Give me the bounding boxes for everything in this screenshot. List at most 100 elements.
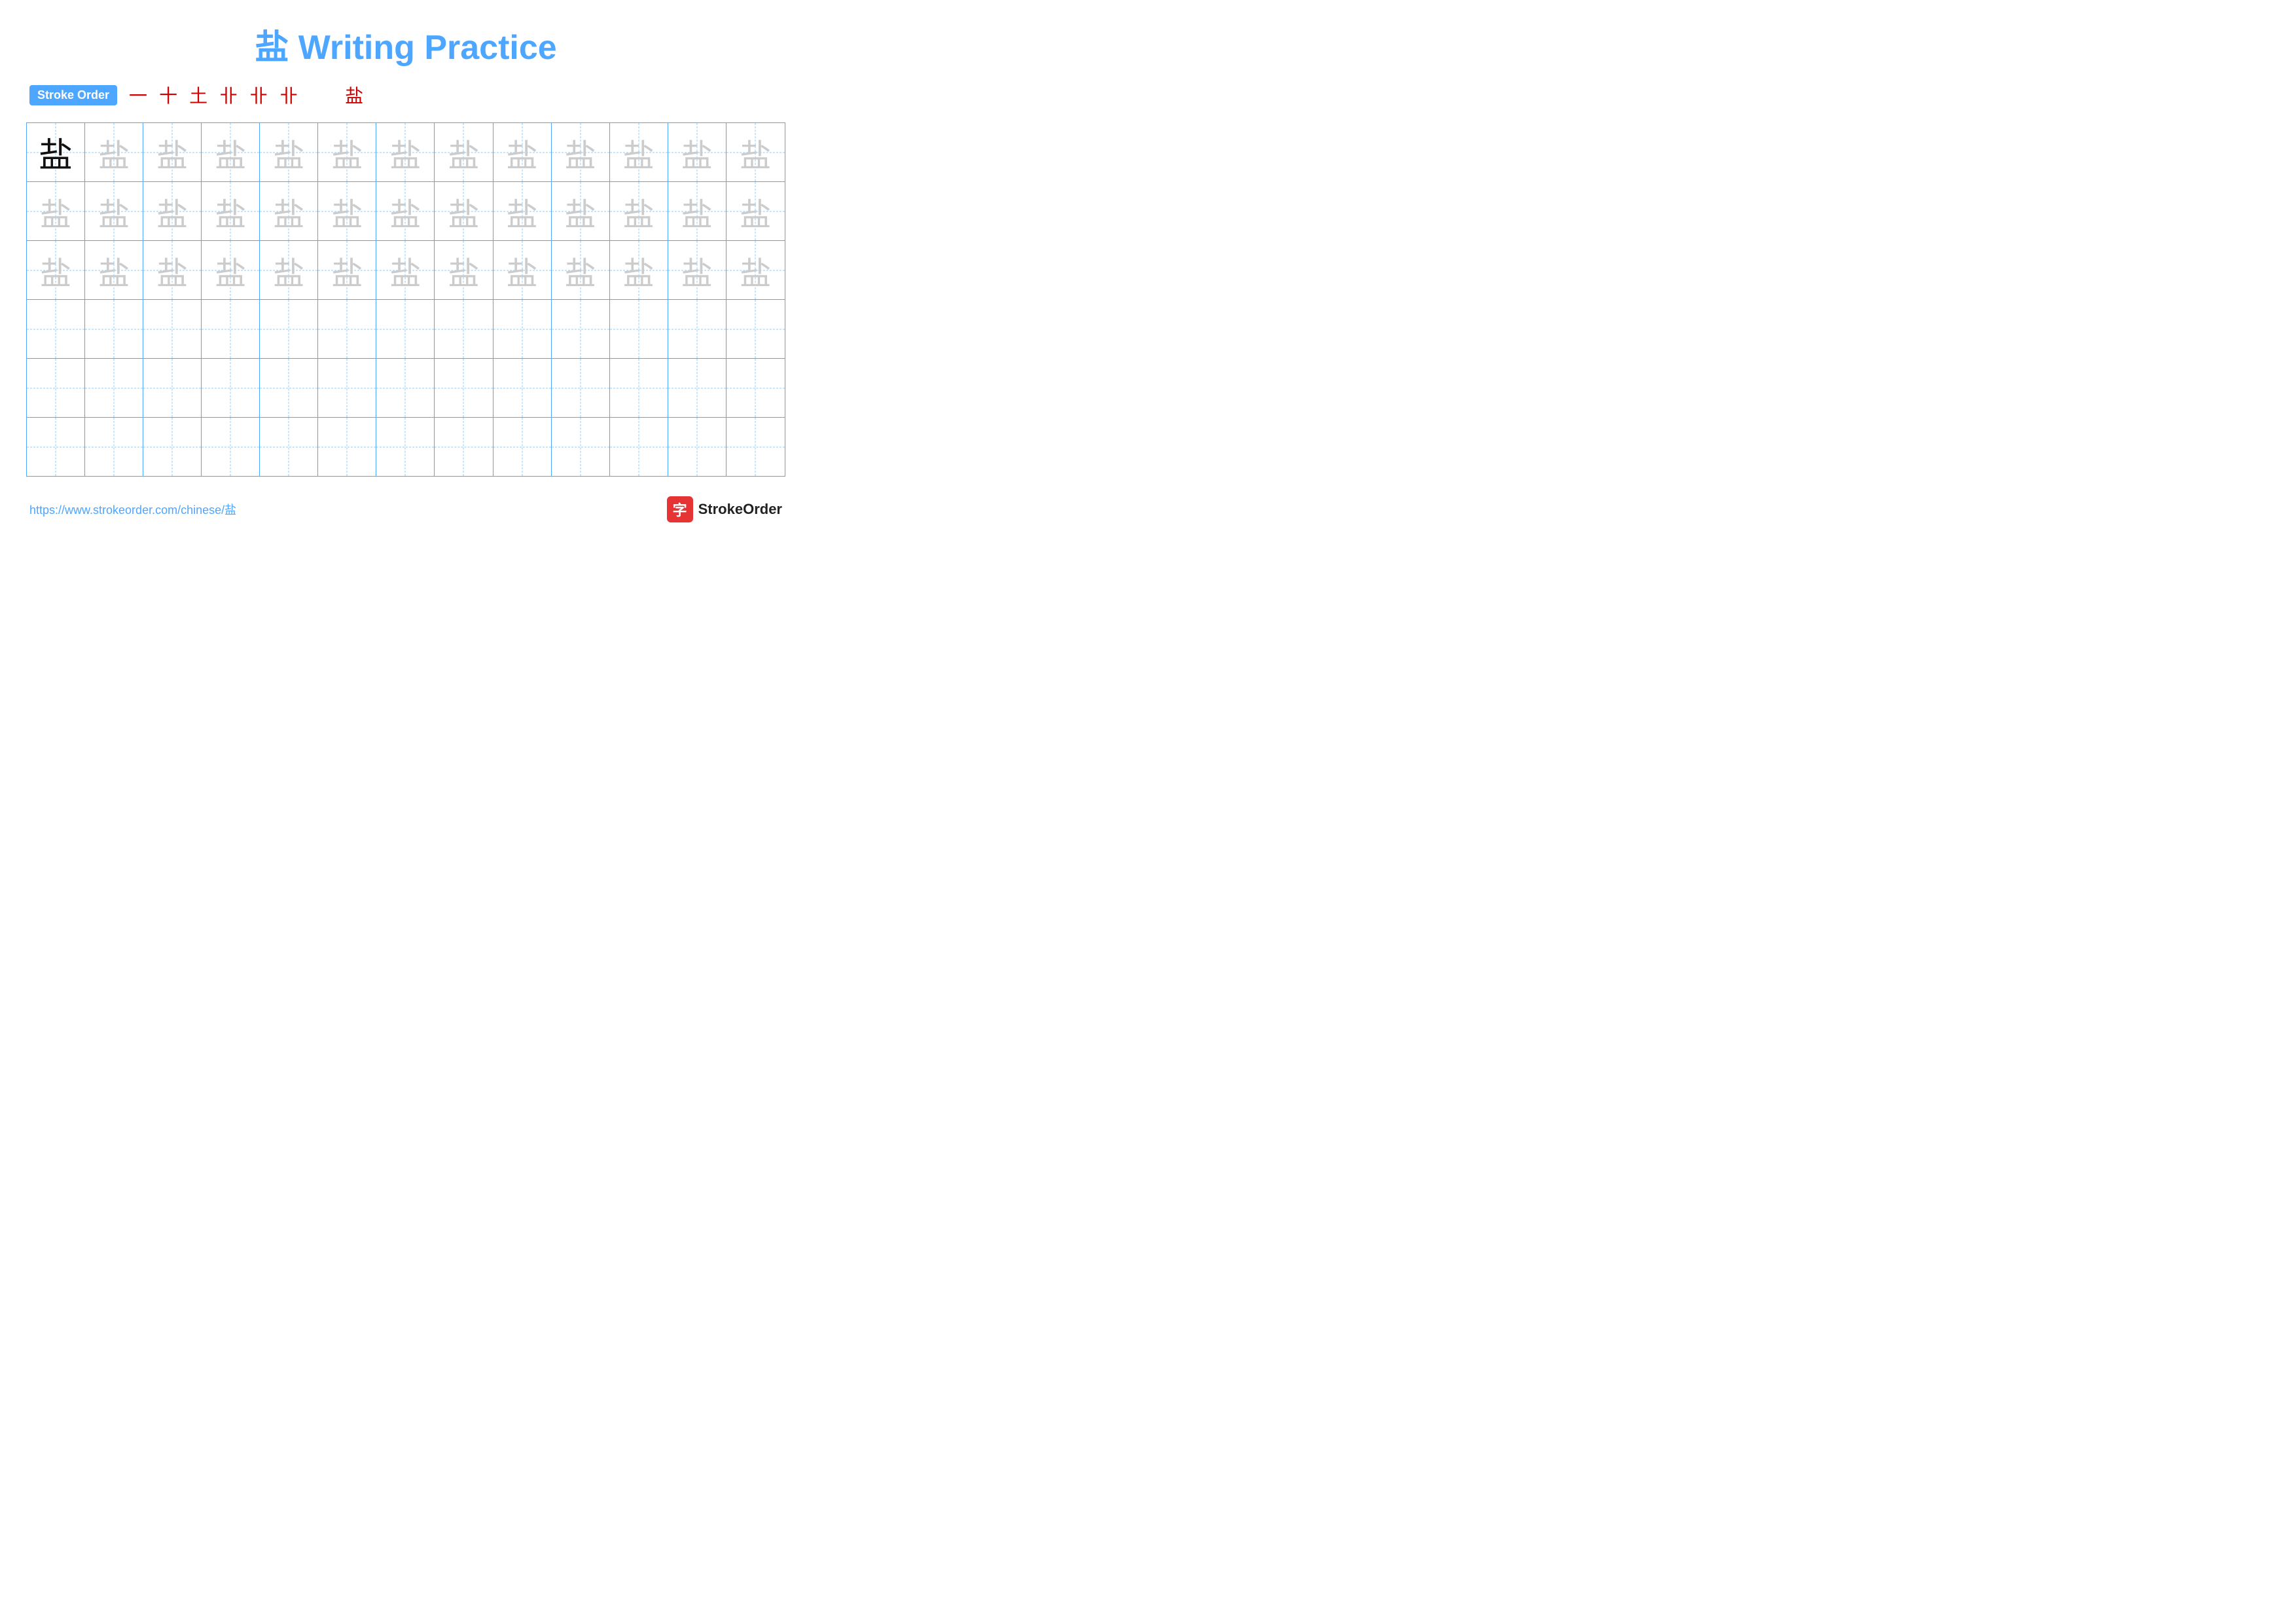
- grid-cell[interactable]: [552, 418, 610, 476]
- grid-cell[interactable]: 盐: [202, 123, 260, 181]
- grid-cell[interactable]: 盐: [376, 182, 435, 240]
- grid-cell[interactable]: 盐: [552, 241, 610, 299]
- footer-logo: 字 StrokeOrder: [667, 496, 782, 522]
- grid-cell[interactable]: [202, 300, 260, 358]
- grid-cell[interactable]: [85, 418, 143, 476]
- grid-cell[interactable]: 盐: [435, 123, 493, 181]
- stroke-1: 一: [129, 82, 147, 108]
- grid-cell[interactable]: [668, 418, 726, 476]
- grid-cell[interactable]: 盐: [376, 241, 435, 299]
- grid-cell[interactable]: 盐: [552, 123, 610, 181]
- grid-cell[interactable]: [318, 359, 376, 417]
- grid-cell[interactable]: [27, 359, 85, 417]
- grid-cell[interactable]: [610, 300, 668, 358]
- grid-cell[interactable]: [143, 300, 202, 358]
- grid-cell[interactable]: 盐: [202, 182, 260, 240]
- logo-icon: 字: [667, 496, 693, 522]
- footer-url[interactable]: https://www.strokeorder.com/chinese/盐: [29, 501, 236, 518]
- grid-cell[interactable]: 盐: [610, 241, 668, 299]
- grid-cell[interactable]: 盐: [726, 241, 785, 299]
- grid-cell[interactable]: [610, 418, 668, 476]
- grid-cell[interactable]: 盐: [85, 182, 143, 240]
- stroke-order-row: Stroke Order 一 十 土 卝 卝 卝 𪚔 𪚔 𪚔 盐: [26, 82, 785, 108]
- stroke-6: 卝: [279, 82, 298, 108]
- grid-cell[interactable]: [27, 300, 85, 358]
- grid-cell[interactable]: [435, 418, 493, 476]
- grid-cell[interactable]: [85, 300, 143, 358]
- grid-cell[interactable]: [143, 418, 202, 476]
- grid-cell[interactable]: 盐: [668, 241, 726, 299]
- footer: https://www.strokeorder.com/chinese/盐 字 …: [26, 496, 785, 522]
- grid-row-6: [27, 418, 785, 476]
- grid-cell[interactable]: 盐: [552, 182, 610, 240]
- grid-cell[interactable]: [260, 359, 318, 417]
- grid-cell[interactable]: [726, 300, 785, 358]
- grid-cell[interactable]: [260, 418, 318, 476]
- grid-cell[interactable]: [552, 300, 610, 358]
- grid-cell[interactable]: 盐: [202, 241, 260, 299]
- grid-cell[interactable]: [318, 300, 376, 358]
- grid-cell[interactable]: [376, 359, 435, 417]
- title-section: 盐 Writing Practice: [26, 20, 785, 69]
- stroke-order-badge: Stroke Order: [29, 85, 117, 105]
- grid-cell[interactable]: 盐: [318, 241, 376, 299]
- grid-row-5: [27, 359, 785, 418]
- grid-cell[interactable]: 盐: [27, 182, 85, 240]
- grid-cell[interactable]: 盐: [493, 123, 552, 181]
- grid-cell[interactable]: [726, 359, 785, 417]
- logo-text: StrokeOrder: [698, 501, 782, 518]
- grid-cell[interactable]: [610, 359, 668, 417]
- grid-cell[interactable]: 盐: [435, 182, 493, 240]
- grid-cell[interactable]: 盐: [318, 123, 376, 181]
- grid-cell[interactable]: 盐: [493, 241, 552, 299]
- grid-cell[interactable]: 盐: [143, 123, 202, 181]
- grid-cell[interactable]: 盐: [143, 182, 202, 240]
- grid-row-3: 盐 盐 盐 盐 盐 盐 盐 盐 盐 盐 盐 盐 盐: [27, 241, 785, 300]
- grid-cell[interactable]: [552, 359, 610, 417]
- grid-cell[interactable]: [435, 359, 493, 417]
- grid-cell[interactable]: [493, 418, 552, 476]
- grid-row-2: 盐 盐 盐 盐 盐 盐 盐 盐 盐 盐 盐 盐 盐: [27, 182, 785, 241]
- stroke-10: 盐: [345, 82, 363, 108]
- page-title: 盐 Writing Practice: [255, 29, 556, 67]
- grid-cell[interactable]: [726, 418, 785, 476]
- grid-cell[interactable]: 盐: [493, 182, 552, 240]
- grid-row-1: 盐 盐 盐 盐 盐 盐 盐 盐 盐 盐 盐 盐 盐: [27, 123, 785, 182]
- grid-cell[interactable]: [376, 300, 435, 358]
- grid-cell[interactable]: 盐: [260, 123, 318, 181]
- grid-cell[interactable]: [260, 300, 318, 358]
- stroke-3: 土: [189, 82, 207, 108]
- grid-cell[interactable]: [85, 359, 143, 417]
- grid-cell[interactable]: 盐: [85, 241, 143, 299]
- grid-cell[interactable]: 盐: [260, 241, 318, 299]
- grid-cell[interactable]: [202, 418, 260, 476]
- grid-cell[interactable]: [318, 418, 376, 476]
- grid-cell[interactable]: [668, 359, 726, 417]
- grid-cell[interactable]: [202, 359, 260, 417]
- practice-grid: 盐 盐 盐 盐 盐 盐 盐 盐 盐 盐 盐 盐 盐 盐 盐 盐 盐 盐 盐 盐 …: [26, 122, 785, 477]
- grid-cell[interactable]: 盐: [318, 182, 376, 240]
- grid-cell[interactable]: [27, 418, 85, 476]
- grid-cell[interactable]: 盐: [668, 123, 726, 181]
- grid-cell[interactable]: [493, 359, 552, 417]
- grid-cell[interactable]: 盐: [260, 182, 318, 240]
- grid-cell[interactable]: 盐: [726, 182, 785, 240]
- grid-cell[interactable]: [493, 300, 552, 358]
- grid-cell[interactable]: [143, 359, 202, 417]
- grid-cell[interactable]: 盐: [143, 241, 202, 299]
- grid-cell[interactable]: [376, 418, 435, 476]
- grid-cell[interactable]: 盐: [85, 123, 143, 181]
- grid-cell[interactable]: [668, 300, 726, 358]
- grid-cell[interactable]: 盐: [27, 241, 85, 299]
- grid-cell[interactable]: 盐: [610, 182, 668, 240]
- grid-cell[interactable]: 盐: [726, 123, 785, 181]
- grid-cell[interactable]: 盐: [668, 182, 726, 240]
- grid-cell[interactable]: 盐: [610, 123, 668, 181]
- stroke-5: 卝: [249, 82, 268, 108]
- grid-cell[interactable]: 盐: [435, 241, 493, 299]
- stroke-4: 卝: [219, 82, 238, 108]
- model-cell: 盐: [27, 123, 85, 181]
- grid-cell[interactable]: [435, 300, 493, 358]
- grid-row-4: [27, 300, 785, 359]
- grid-cell[interactable]: 盐: [376, 123, 435, 181]
